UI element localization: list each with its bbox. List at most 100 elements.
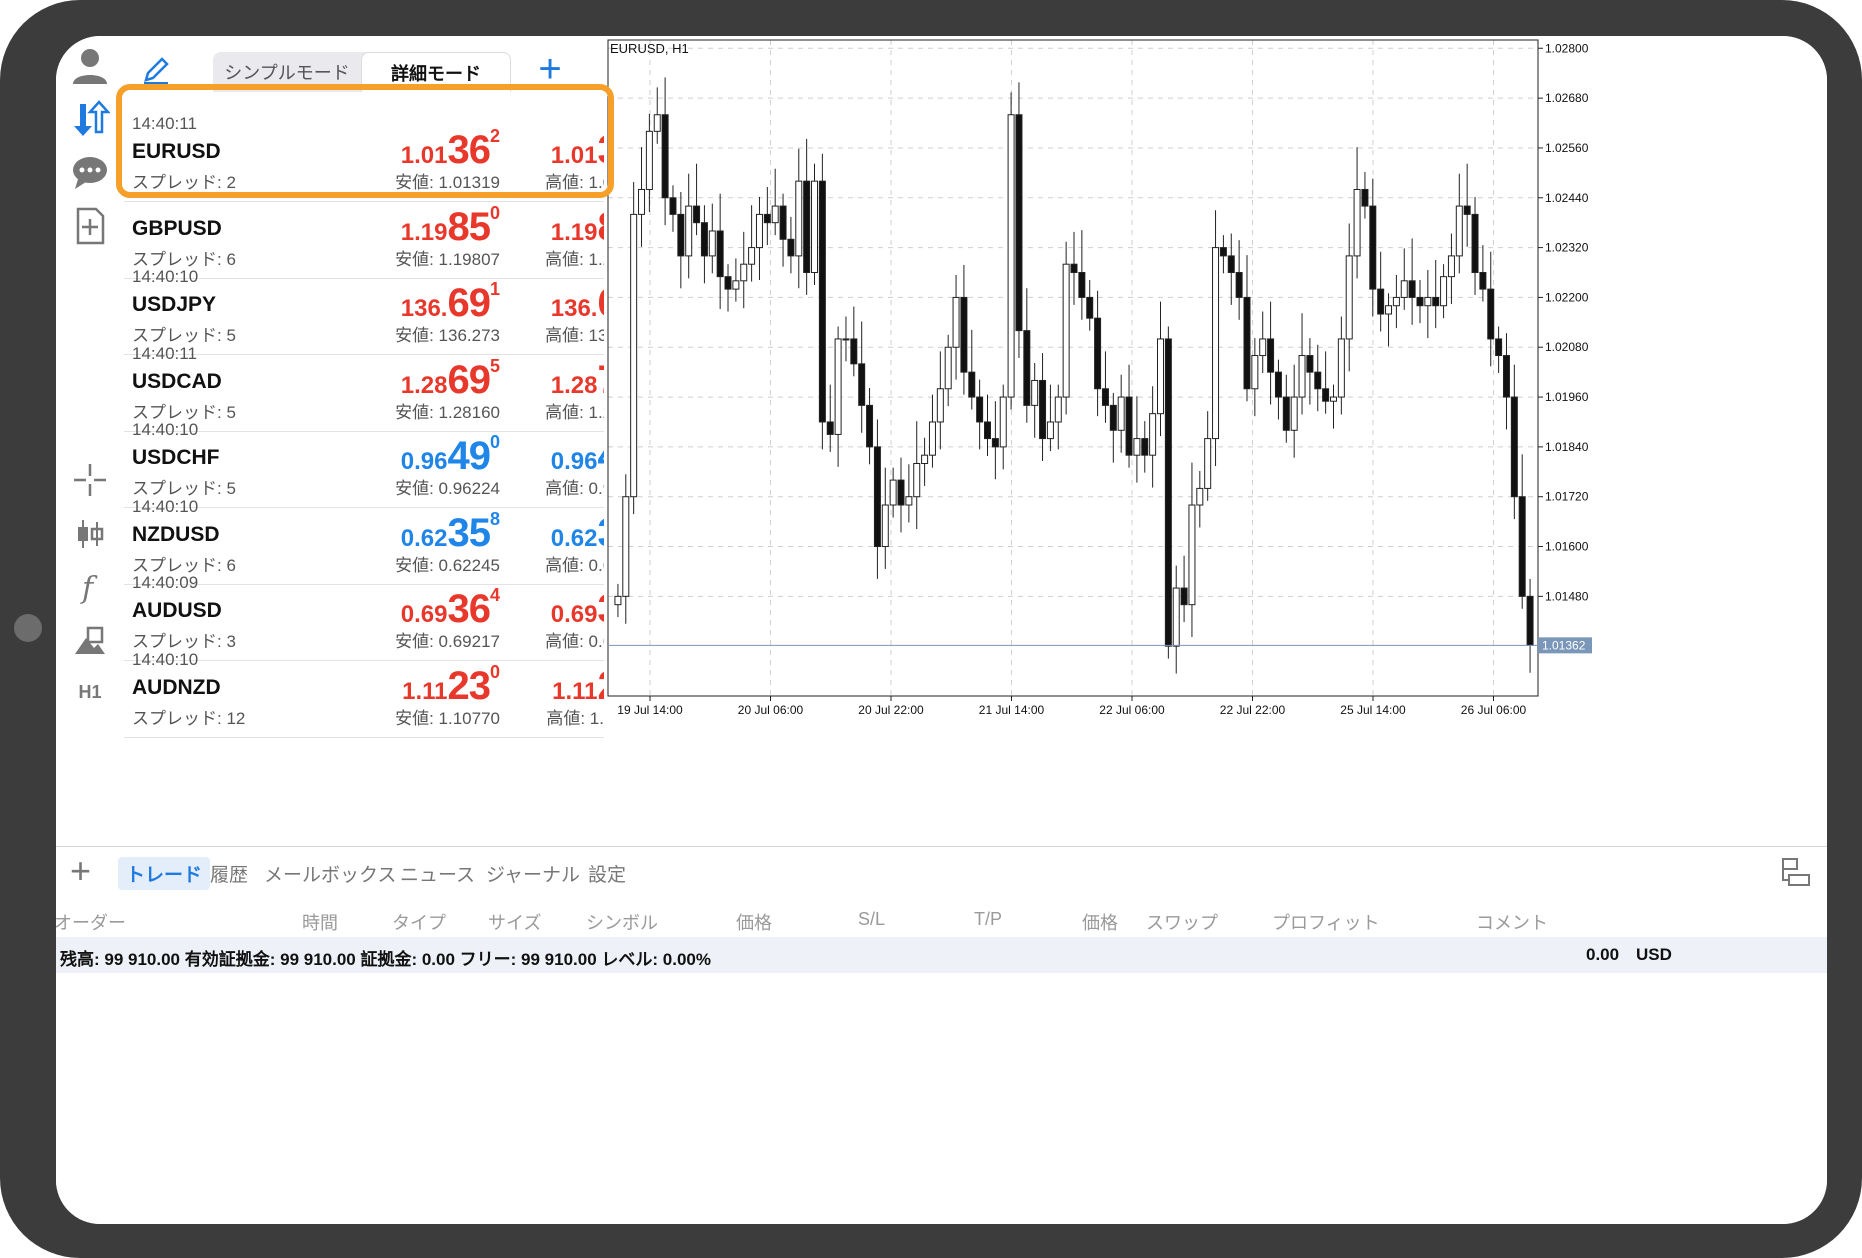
add-order-icon[interactable]: + bbox=[70, 853, 91, 889]
candle-body bbox=[1345, 255, 1353, 340]
candle-body bbox=[1353, 188, 1361, 257]
x-tick-label: 25 Jul 14:00 bbox=[1340, 703, 1406, 717]
candle-body bbox=[763, 213, 771, 224]
candle-body bbox=[952, 296, 960, 348]
bid-price-pips: 85 bbox=[447, 204, 490, 249]
eurusd-highlight-frame bbox=[116, 84, 614, 198]
current-price-label: 1.01362 bbox=[1542, 638, 1586, 652]
candle-body bbox=[1101, 388, 1109, 406]
ask-price-prefix: 0.62 bbox=[550, 524, 598, 552]
bid-price[interactable]: 1.19850 bbox=[401, 202, 500, 249]
candle-body bbox=[1204, 438, 1212, 489]
tab-mailbox[interactable]: メールボックス bbox=[256, 857, 404, 890]
candle-body bbox=[638, 188, 646, 215]
tab-journal[interactable]: ジャーナル bbox=[478, 857, 588, 890]
col-size: サイズ bbox=[488, 913, 542, 933]
x-tick-label: 20 Jul 22:00 bbox=[858, 703, 924, 717]
candle-body bbox=[1149, 413, 1157, 456]
candle-body bbox=[771, 205, 779, 224]
candle-body bbox=[1125, 396, 1133, 456]
candle-body bbox=[944, 346, 952, 390]
candle-body bbox=[622, 496, 630, 597]
candle-body bbox=[905, 496, 913, 506]
candle-body bbox=[1337, 338, 1345, 398]
bid-price[interactable]: 0.62358 bbox=[401, 509, 500, 555]
bid-price-prefix: 136. bbox=[400, 295, 448, 322]
quote-low: 安値: 1.10770 bbox=[395, 708, 500, 728]
candle-body bbox=[614, 595, 622, 606]
candle-body bbox=[1164, 338, 1172, 647]
quote-row[interactable]: 14:40:10AUDNZDスプレッド: 121.112301.11242安値:… bbox=[124, 646, 660, 738]
candle-body bbox=[1054, 396, 1062, 423]
candle-body bbox=[1377, 288, 1385, 315]
chat-icon[interactable] bbox=[66, 148, 114, 196]
y-tick-label: 1.01840 bbox=[1545, 440, 1589, 454]
candle-body bbox=[1117, 396, 1125, 431]
bid-price-fraction: 0 bbox=[489, 202, 500, 223]
bid-price-prefix: 0.96 bbox=[400, 448, 448, 475]
bid-price-fraction: 0 bbox=[489, 432, 500, 452]
candle-body bbox=[1172, 587, 1180, 647]
col-time: 時間 bbox=[302, 913, 338, 933]
candle-body bbox=[1322, 388, 1330, 402]
candlestick-icon[interactable] bbox=[66, 510, 114, 558]
y-tick-label: 1.02320 bbox=[1545, 241, 1589, 255]
home-button[interactable] bbox=[14, 614, 42, 642]
y-tick-label: 1.02080 bbox=[1545, 340, 1589, 354]
tab-trade[interactable]: トレード bbox=[118, 857, 211, 890]
bid-price-pips: 49 bbox=[447, 434, 490, 478]
candle-body bbox=[1039, 379, 1047, 440]
x-tick-label: 26 Jul 06:00 bbox=[1461, 703, 1527, 717]
candle-body bbox=[1408, 280, 1416, 298]
quote-symbol: USDJPY bbox=[132, 293, 217, 316]
candle-body bbox=[787, 238, 795, 257]
candle-body bbox=[1518, 496, 1526, 597]
quotes-icon[interactable] bbox=[66, 94, 114, 142]
candle-body bbox=[653, 114, 661, 132]
tab-news[interactable]: ニュース bbox=[392, 857, 483, 890]
user-icon[interactable] bbox=[66, 42, 114, 90]
timeframe-button[interactable]: H1 bbox=[66, 682, 114, 703]
bid-price[interactable]: 0.69364 bbox=[400, 585, 500, 631]
x-tick-label: 20 Jul 06:00 bbox=[738, 703, 804, 717]
candle-body bbox=[1141, 438, 1149, 456]
bid-price[interactable]: 1.11230 bbox=[402, 662, 500, 708]
crosshair-icon[interactable] bbox=[66, 456, 114, 504]
col-order: オーダー bbox=[56, 913, 126, 933]
candle-body bbox=[795, 180, 803, 257]
candle-body bbox=[748, 247, 756, 265]
candle-body bbox=[1479, 272, 1487, 290]
candle-body bbox=[630, 213, 638, 498]
x-tick-label: 22 Jul 06:00 bbox=[1099, 703, 1165, 717]
candle-body bbox=[873, 446, 881, 548]
candle-body bbox=[1510, 396, 1518, 498]
candle-body bbox=[1369, 205, 1377, 290]
y-tick-label: 1.01720 bbox=[1545, 490, 1589, 504]
candle-body bbox=[1361, 188, 1369, 207]
new-document-icon[interactable] bbox=[66, 202, 114, 250]
bid-price-prefix: 0.69 bbox=[400, 601, 448, 628]
col-price-current: 価格 bbox=[1082, 913, 1118, 933]
candle-body bbox=[881, 504, 889, 548]
tab-settings[interactable]: 設定 bbox=[580, 857, 634, 890]
quote-time: 14:40:10 bbox=[132, 649, 199, 669]
function-icon[interactable]: f bbox=[66, 564, 114, 612]
bid-price-fraction: 4 bbox=[489, 585, 500, 605]
layout-icon[interactable] bbox=[1779, 855, 1813, 889]
app-screen: f H1 シンプルモード 詳細モード + 14:40:11 EURUSD スプレッド… bbox=[56, 36, 1827, 1224]
tab-history[interactable]: 履歴 bbox=[202, 857, 256, 890]
candle-body bbox=[1259, 338, 1267, 357]
pencil-icon[interactable] bbox=[140, 54, 172, 86]
bid-price-pips: 36 bbox=[447, 587, 490, 631]
candle-body bbox=[645, 130, 653, 190]
candle-body bbox=[803, 180, 811, 274]
objects-icon[interactable] bbox=[66, 618, 114, 666]
price-chart[interactable]: 1.02800 1.02680 1.02560 1.02440 1.02320 1.022… bbox=[604, 36, 1827, 846]
bid-price[interactable]: 0.96490 bbox=[400, 432, 500, 478]
candle-body bbox=[661, 114, 669, 199]
bid-price[interactable]: 136.691 bbox=[400, 279, 500, 325]
bid-price[interactable]: 1.28695 bbox=[401, 356, 500, 402]
candle-body bbox=[818, 180, 826, 423]
candle-body bbox=[1243, 296, 1251, 390]
candle-body bbox=[1471, 213, 1479, 274]
